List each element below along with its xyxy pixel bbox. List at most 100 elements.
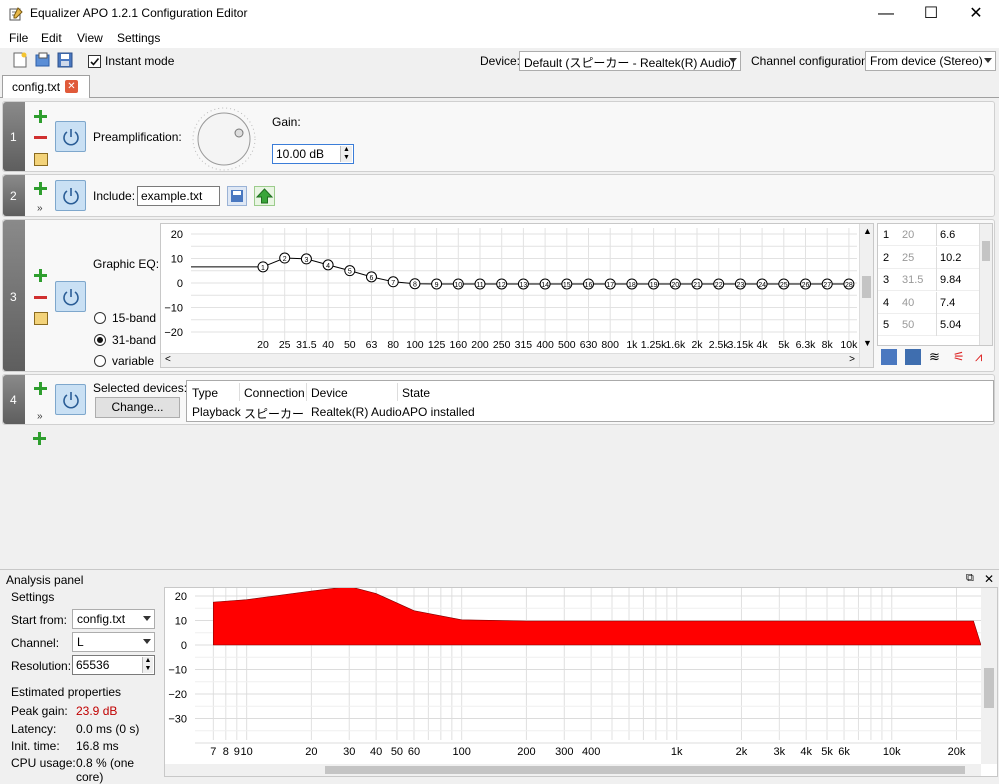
- add-filter-icon[interactable]: [34, 182, 47, 195]
- power-toggle-button[interactable]: [55, 281, 86, 312]
- analysis-x-tick: 3k: [774, 746, 786, 758]
- graphic-eq-chart[interactable]: 20 10 0 −10 −20 20 25 31.5 40 50 63 80 100 125 160 200 2…: [160, 223, 874, 368]
- spin-arrows-icon[interactable]: ▲ ▼: [142, 657, 153, 673]
- scroll-thumb[interactable]: [325, 766, 965, 774]
- gain-spinbox[interactable]: 10.00 dB ▲ ▼: [272, 144, 354, 164]
- float-panel-icon[interactable]: ⧉: [966, 572, 974, 585]
- eq-horizontal-scrollbar[interactable]: < >: [161, 353, 859, 367]
- analysis-x-tick: 6k: [838, 746, 850, 758]
- scroll-down-icon[interactable]: ▼: [863, 338, 872, 348]
- analysis-vertical-scrollbar[interactable]: [981, 588, 997, 764]
- analysis-y-tick: −30: [168, 714, 187, 726]
- start-from-select[interactable]: config.txt: [72, 609, 155, 629]
- open-included-file-icon[interactable]: [254, 186, 275, 206]
- channel-select[interactable]: L: [72, 632, 155, 652]
- import-icon[interactable]: [881, 349, 897, 365]
- save-file-icon[interactable]: [57, 52, 73, 68]
- devices-row-device: Realtek(R) Audio: [311, 405, 402, 419]
- device-select[interactable]: Default (スピーカー - Realtek(R) Audio): [519, 51, 741, 71]
- gain-label: Gain:: [272, 115, 301, 129]
- resolution-spinbox[interactable]: 65536 ▲ ▼: [72, 655, 155, 675]
- invert-response-icon[interactable]: ≋: [929, 349, 945, 365]
- export-icon[interactable]: [905, 349, 921, 365]
- power-toggle-button[interactable]: [55, 121, 86, 152]
- band-frequency: 40: [902, 296, 915, 309]
- menu-settings[interactable]: Settings: [117, 31, 160, 45]
- bands-table-row[interactable]: 3 31.5 9.84: [878, 269, 979, 291]
- spin-arrows-icon[interactable]: ▲ ▼: [340, 146, 352, 162]
- open-file-icon[interactable]: [35, 52, 51, 68]
- eq-band-point-label: 2: [283, 256, 287, 263]
- radio-31-band[interactable]: [94, 334, 106, 346]
- analysis-x-tick: 20: [305, 746, 317, 758]
- radio-15-band[interactable]: [94, 312, 106, 324]
- analysis-x-tick: 30: [343, 746, 355, 758]
- tab-close-icon[interactable]: ✕: [65, 80, 78, 93]
- add-filter-icon[interactable]: [33, 432, 46, 445]
- eq-band-point-label: 20: [671, 282, 679, 289]
- bands-table-row[interactable]: 1 20 6.6: [878, 224, 979, 246]
- remove-filter-icon[interactable]: [34, 136, 47, 139]
- filter-number: 2: [3, 175, 25, 216]
- bands-table-scrollbar[interactable]: [979, 224, 992, 345]
- eq-x-tick: 1.25k: [641, 339, 667, 351]
- bands-table[interactable]: 1 20 6.6 2 25 10.2 3 31.5 9.84 4 40 7.4 5 50 5.04: [877, 223, 993, 346]
- power-icon: [63, 129, 79, 146]
- edit-filter-icon[interactable]: [34, 312, 48, 325]
- add-filter-icon[interactable]: [34, 382, 47, 395]
- bands-table-row[interactable]: 4 40 7.4: [878, 291, 979, 314]
- reset-response-icon[interactable]: ⚟: [953, 349, 969, 365]
- bands-table-row[interactable]: 5 50 5.04: [878, 314, 979, 336]
- remove-filter-icon[interactable]: [34, 296, 47, 299]
- minimize-button[interactable]: —: [863, 0, 909, 28]
- scroll-thumb[interactable]: [984, 668, 994, 708]
- expand-chevron-icon[interactable]: »: [37, 203, 43, 214]
- close-button[interactable]: ✕: [953, 0, 999, 28]
- close-panel-icon[interactable]: ✕: [984, 572, 994, 586]
- maximize-button[interactable]: ☐: [908, 0, 954, 28]
- scroll-right-icon[interactable]: >: [849, 354, 855, 365]
- analysis-horizontal-scrollbar[interactable]: [165, 764, 981, 776]
- eq-vertical-scrollbar[interactable]: ▲ ▼: [859, 224, 873, 367]
- analysis-chart[interactable]: 20 10 0 −10 −20 −30 7 8 9 10 20 30 40 50 60 100 200 300 40…: [164, 587, 998, 777]
- bands-table-row[interactable]: 2 25 10.2: [878, 246, 979, 269]
- add-filter-icon[interactable]: [34, 110, 47, 123]
- change-devices-button[interactable]: Change...: [95, 397, 180, 418]
- tab-config[interactable]: config.txt ✕: [2, 75, 90, 98]
- new-file-icon[interactable]: [12, 52, 28, 68]
- eq-band-point-label: 25: [780, 282, 788, 289]
- power-toggle-button[interactable]: [55, 180, 86, 211]
- edit-filter-icon[interactable]: [34, 153, 48, 166]
- instant-mode-checkbox[interactable]: [88, 55, 101, 68]
- chevron-down-icon: [143, 639, 151, 644]
- expand-chevron-icon[interactable]: »: [37, 411, 43, 422]
- scroll-up-icon[interactable]: ▲: [863, 226, 872, 236]
- cpu-usage-label: CPU usage:: [11, 756, 76, 770]
- eq-x-tick: 80: [387, 339, 399, 351]
- power-icon: [63, 188, 79, 205]
- eq-band-point-label: 8: [413, 282, 417, 289]
- analysis-x-tick: 200: [517, 746, 535, 758]
- eq-band-point-label: 12: [498, 282, 506, 289]
- channel-config-select[interactable]: From device (Stereo): [865, 51, 996, 71]
- scroll-thumb[interactable]: [982, 241, 990, 261]
- menu-file[interactable]: File: [9, 31, 28, 45]
- analysis-y-tick: 20: [175, 591, 187, 603]
- menu-view[interactable]: View: [77, 31, 103, 45]
- latency-label: Latency:: [11, 722, 57, 736]
- gain-knob[interactable]: [191, 106, 257, 172]
- scroll-thumb[interactable]: [862, 276, 871, 298]
- radio-variable[interactable]: [94, 355, 106, 367]
- include-file-input[interactable]: example.txt: [137, 186, 220, 206]
- normalize-response-icon[interactable]: ⩘: [975, 349, 991, 365]
- browse-file-icon[interactable]: [227, 186, 247, 206]
- menu-edit[interactable]: Edit: [41, 31, 62, 45]
- scroll-left-icon[interactable]: <: [165, 354, 171, 365]
- analysis-x-tick: 400: [582, 746, 600, 758]
- add-filter-icon[interactable]: [34, 269, 47, 282]
- eq-band-point-label: 6: [370, 275, 374, 282]
- eq-band-point-label: 27: [823, 282, 831, 289]
- chevron-down-icon: [143, 616, 151, 621]
- power-toggle-button[interactable]: [55, 384, 86, 415]
- eq-band-point-label: 1: [261, 265, 265, 272]
